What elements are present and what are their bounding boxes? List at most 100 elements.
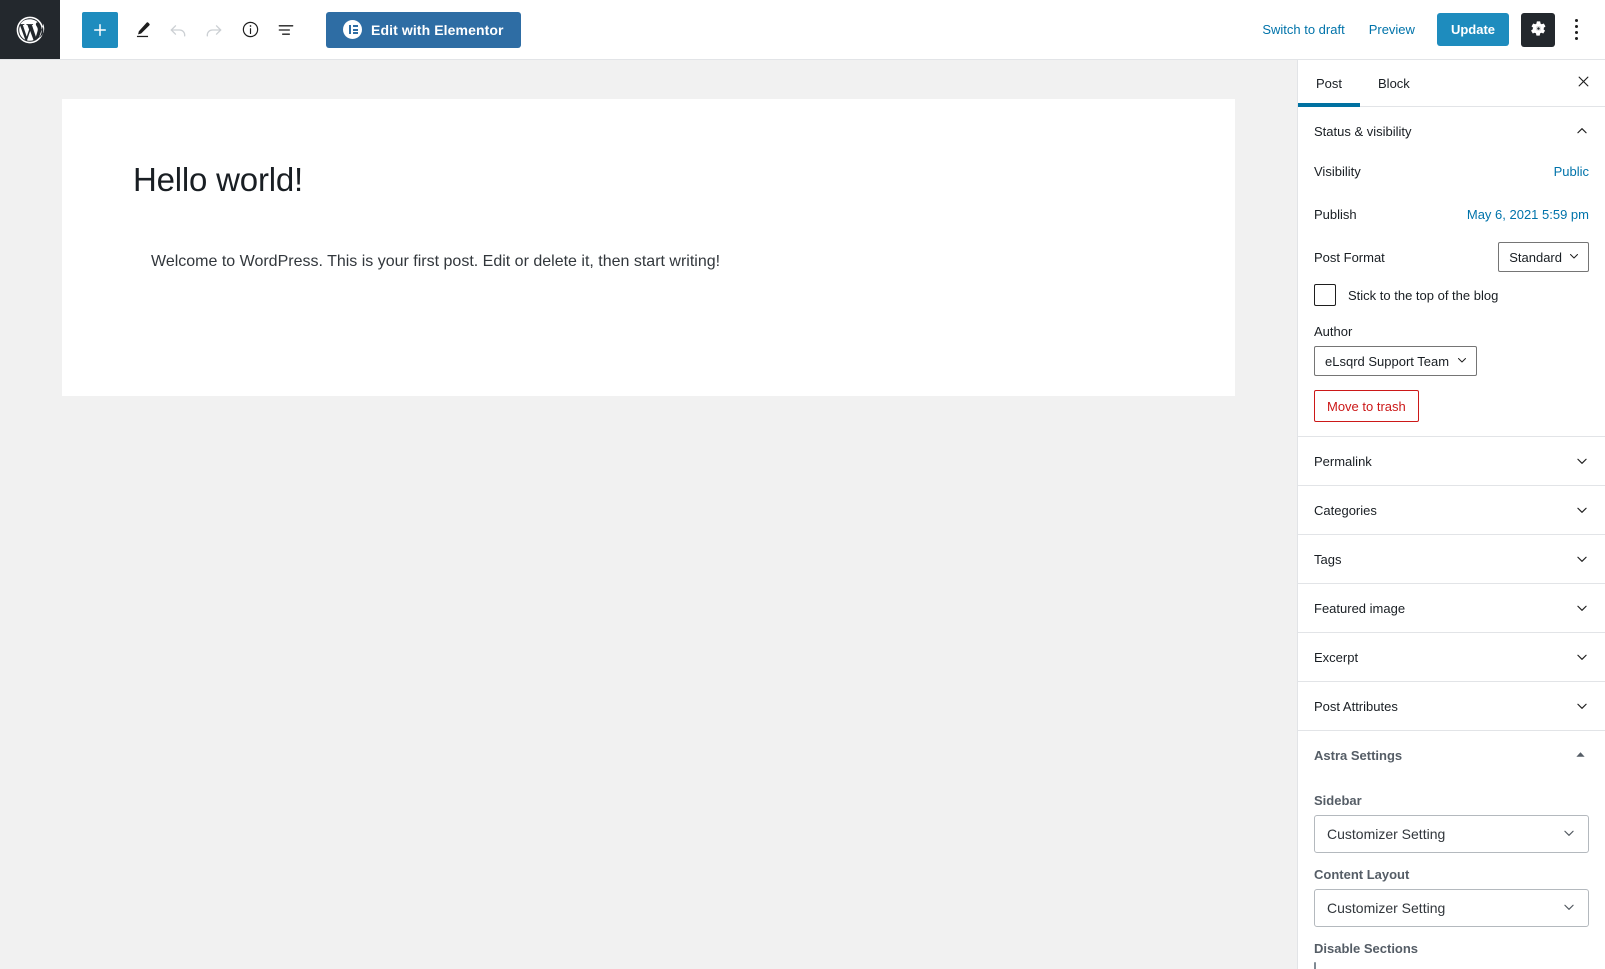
trash-row: Move to trash [1314,390,1589,422]
pencil-icon [133,20,152,39]
edit-with-elementor-button[interactable]: Edit with Elementor [326,11,521,48]
astra-content-layout-label: Content Layout [1314,867,1410,882]
switch-to-draft-button[interactable]: Switch to draft [1250,14,1356,45]
panel-excerpt-header[interactable]: Excerpt [1298,633,1605,681]
panel-tags-header[interactable]: Tags [1298,535,1605,583]
panel-title: Astra Settings [1314,747,1403,763]
panel-excerpt: Excerpt [1298,633,1605,682]
edit-tool-button[interactable] [124,12,160,48]
tab-post[interactable]: Post [1298,60,1361,107]
panel-title: Categories [1314,502,1377,518]
wordpress-logo-button[interactable] [0,0,60,59]
panel-tags: Tags [1298,535,1605,584]
publish-label: Publish [1314,206,1357,222]
post-format-select[interactable]: Standard [1498,242,1589,272]
settings-toggle-button[interactable] [1521,12,1555,47]
panel-astra-settings-body: Sidebar Customizer Setting Content Layou… [1298,779,1605,969]
astra-sidebar-label: Sidebar [1314,793,1362,808]
astra-sidebar-select[interactable]: Customizer Setting [1314,815,1589,853]
author-value: eLsqrd Support Team [1325,353,1450,369]
info-circle-icon [241,20,260,39]
chevron-down-icon [1575,552,1589,566]
preview-button[interactable]: Preview [1357,14,1427,45]
kebab-menu-icon [1574,19,1578,22]
editor-toolbar: Edit with Elementor Switch to draft Prev… [0,0,1605,60]
author-label: Author [1314,324,1353,339]
chevron-down-icon [1575,601,1589,615]
settings-sidebar: Post Block Status & visibility Visibilit… [1297,60,1605,969]
panel-title: Excerpt [1314,649,1359,665]
toolbar-left-group: Edit with Elementor [60,11,521,48]
sticky-post-label: Stick to the top of the blog [1348,287,1499,303]
post-content-canvas[interactable]: Hello world! Welcome to WordPress. This … [62,99,1235,396]
toolbar-right-group: Switch to draft Preview Update [1250,12,1605,47]
details-button[interactable] [232,12,268,48]
panel-permalink-header[interactable]: Permalink [1298,437,1605,485]
add-block-button[interactable] [82,11,118,48]
panel-status-visibility: Status & visibility Visibility Public Pu… [1298,107,1605,437]
panel-featured-image-header[interactable]: Featured image [1298,584,1605,632]
publish-date-button[interactable]: May 6, 2021 5:59 pm [1467,207,1589,222]
chevron-down-icon [1575,650,1589,664]
list-view-icon [276,20,296,40]
panel-categories-header[interactable]: Categories [1298,486,1605,534]
panel-title: Post Attributes [1314,698,1398,714]
astra-sidebar-value: Customizer Setting [1327,826,1446,842]
chevron-up-icon [1575,748,1589,762]
chevron-down-icon [1575,503,1589,517]
panel-status-visibility-body: Visibility Public Publish May 6, 2021 5:… [1298,155,1605,436]
panel-post-attributes-header[interactable]: Post Attributes [1298,682,1605,730]
astra-disable-sections-label: Disable Sections [1314,941,1419,956]
list-view-button[interactable] [268,12,304,48]
astra-content-layout-value: Customizer Setting [1327,900,1446,916]
more-options-button[interactable] [1561,13,1591,47]
close-x-icon [1576,74,1591,92]
chevron-down-icon [1575,699,1589,713]
panel-permalink: Permalink [1298,437,1605,486]
post-paragraph-block[interactable]: Welcome to WordPress. This is your first… [151,249,1151,275]
redo-button[interactable] [196,12,232,48]
author-select[interactable]: eLsqrd Support Team [1314,346,1478,376]
panel-categories: Categories [1298,486,1605,535]
chevron-down-icon [1562,826,1576,843]
post-format-row: Post Format Standard [1314,241,1589,273]
undo-button[interactable] [160,12,196,48]
post-title-block[interactable]: Hello world! [133,161,303,199]
visibility-row: Visibility Public [1314,155,1589,187]
move-to-trash-button[interactable]: Move to trash [1314,390,1419,422]
panel-status-visibility-header[interactable]: Status & visibility [1298,107,1605,155]
panel-title: Tags [1314,551,1342,567]
sticky-post-checkbox[interactable] [1314,284,1336,306]
kebab-dot [1574,37,1578,40]
chevron-down-icon [1562,900,1576,917]
chevron-down-icon [1568,250,1580,265]
editor-canvas-region: Hello world! Welcome to WordPress. This … [0,60,1297,969]
update-button[interactable]: Update [1436,13,1509,46]
chevron-up-icon [1575,124,1589,138]
astra-content-layout-select[interactable]: Customizer Setting [1314,889,1589,927]
panel-title: Permalink [1314,453,1372,469]
visibility-label: Visibility [1314,163,1361,179]
panel-post-attributes: Post Attributes [1298,682,1605,731]
panel-astra-settings: Astra Settings Sidebar Customizer Settin… [1298,731,1605,969]
wordpress-block-editor: Edit with Elementor Switch to draft Prev… [0,0,1605,969]
panel-astra-settings-header[interactable]: Astra Settings [1298,731,1605,779]
plus-icon [91,21,109,39]
chevron-down-icon [1456,354,1468,369]
post-format-value: Standard [1509,249,1562,265]
kebab-dot [1574,31,1578,34]
close-sidebar-button[interactable] [1561,60,1605,106]
panel-title: Featured image [1314,600,1406,616]
astra-disable-section-checkbox[interactable] [1314,962,1316,969]
elementor-logo-icon [343,20,362,39]
visibility-value-button[interactable]: Public [1554,164,1589,179]
tab-block[interactable]: Block [1360,60,1428,106]
wordpress-logo-icon [14,14,46,46]
gear-icon [1530,20,1547,40]
sticky-post-row: Stick to the top of the blog [1314,284,1589,306]
redo-arrow-icon [204,20,224,40]
publish-row: Publish May 6, 2021 5:59 pm [1314,198,1589,230]
sidebar-tab-bar: Post Block [1298,60,1605,107]
undo-arrow-icon [168,20,188,40]
panel-featured-image: Featured image [1298,584,1605,633]
